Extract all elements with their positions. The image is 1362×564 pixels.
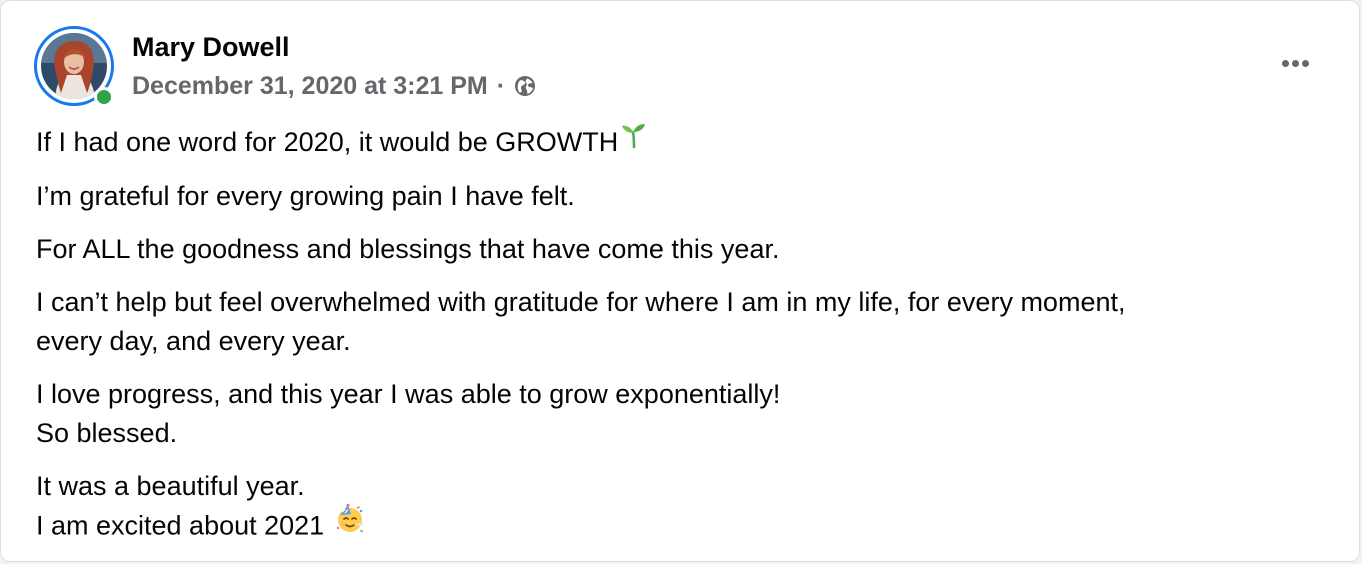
- more-options-button[interactable]: [1271, 45, 1319, 81]
- post-paragraph: For ALL the goodness and blessings that …: [36, 230, 1326, 269]
- meta-separator: ·: [496, 71, 506, 100]
- post-text-line: I’m grateful for every growing pain I ha…: [36, 181, 575, 212]
- profile-avatar-button[interactable]: [34, 26, 114, 107]
- author-name-link[interactable]: Mary Dowell: [132, 31, 290, 63]
- post-text-line: It was a beautiful year.: [36, 471, 305, 502]
- online-status-indicator: [94, 87, 114, 107]
- globe-icon[interactable]: [513, 74, 537, 98]
- post-text-line: If I had one word for 2020, it would be …: [36, 127, 619, 157]
- post-paragraph: I’m grateful for every growing pain I ha…: [36, 177, 1326, 216]
- post-text-line: So blessed.: [36, 418, 178, 449]
- sprout-icon: [620, 121, 648, 160]
- post-meta: December 31, 2020 at 3:21 PM ·: [132, 70, 537, 102]
- party-face-icon: [334, 503, 366, 546]
- post-timestamp-link[interactable]: December 31, 2020 at 3:21 PM: [132, 72, 488, 101]
- post-text-line: For ALL the goodness and blessings that …: [36, 234, 780, 265]
- post-text-line: I can’t help but feel overwhelmed with g…: [36, 287, 1126, 318]
- more-horizontal-icon-dot: [1291, 59, 1299, 67]
- post-paragraph: I can’t help but feel overwhelmed with g…: [36, 283, 1326, 361]
- post-text-line: I love progress, and this year I was abl…: [36, 379, 781, 410]
- more-horizontal-icon-dot: [1301, 59, 1309, 67]
- post-card: Mary Dowell December 31, 2020 at 3:21 PM…: [0, 0, 1360, 562]
- post-paragraph: I love progress, and this year I was abl…: [36, 375, 1326, 453]
- post-text-line: I am excited about 2021: [36, 511, 325, 541]
- post-text-line: every day, and every year.: [36, 326, 351, 357]
- more-horizontal-icon-dot: [1281, 59, 1289, 67]
- post-paragraph: It was a beautiful year. I am excited abo…: [36, 467, 1326, 549]
- post-body: If I had one word for 2020, it would be …: [36, 123, 1326, 563]
- post-paragraph: If I had one word for 2020, it would be …: [36, 123, 1326, 163]
